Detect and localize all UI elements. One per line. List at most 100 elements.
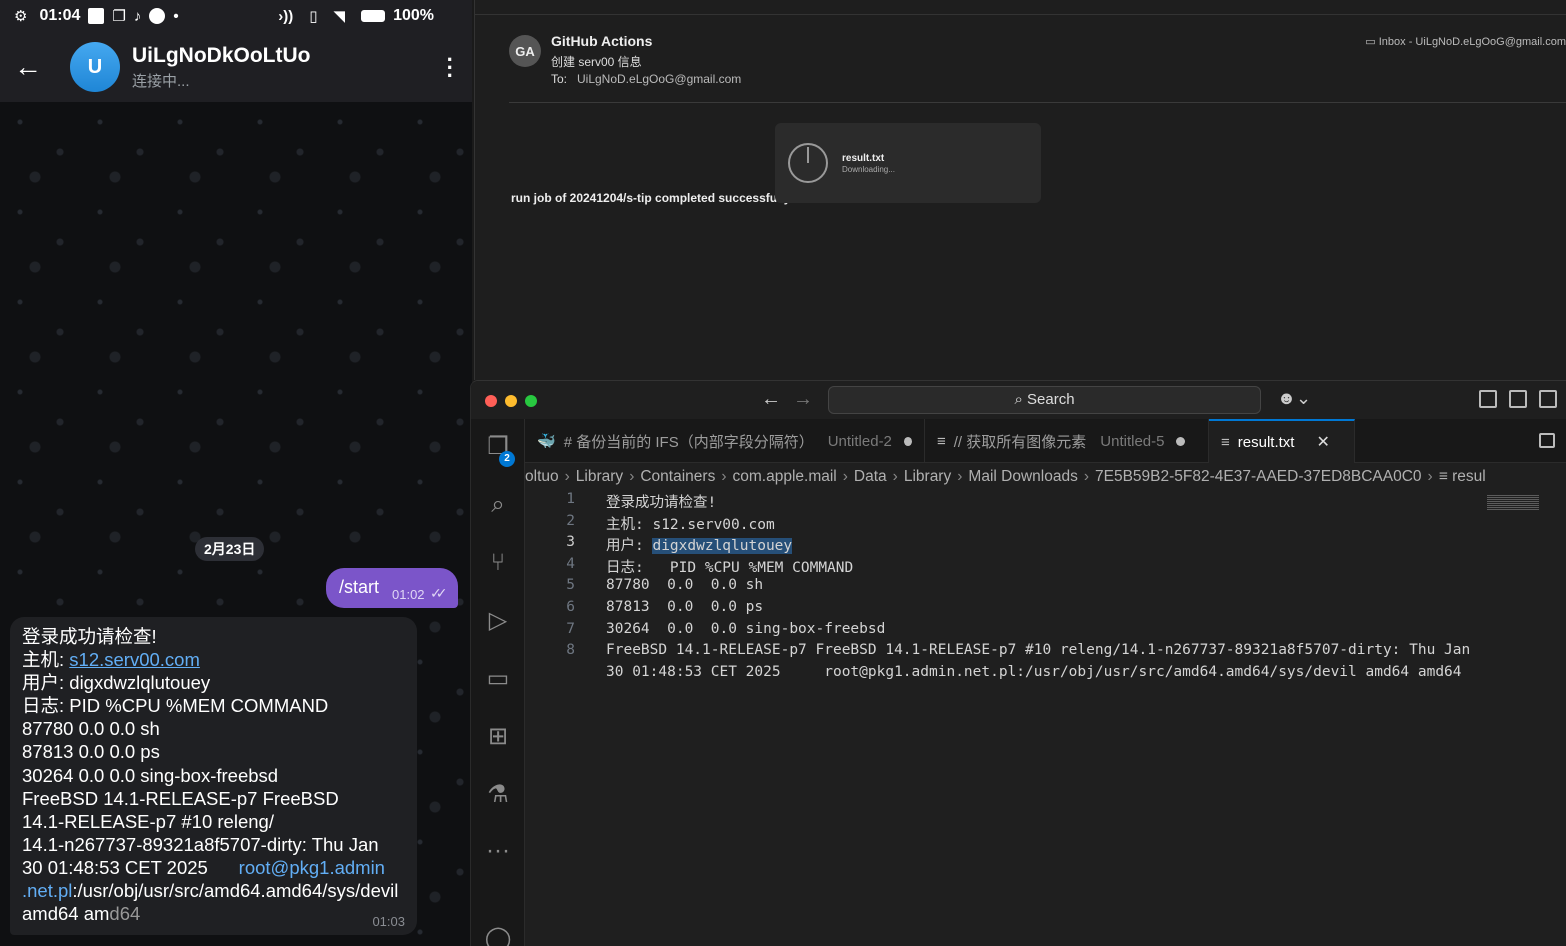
testing-icon[interactable]: ⚗	[484, 781, 512, 809]
code-line: 87780 0.0 0.0 sh	[606, 577, 764, 593]
search-label: Search	[1027, 391, 1075, 408]
code-line: 登录成功请检查!	[606, 495, 717, 511]
line-number: 1	[566, 491, 575, 507]
tab-subtitle: Untitled-2	[827, 432, 892, 450]
message-line: 日志: PID %CPU %MEM COMMAND	[22, 695, 329, 717]
code-line: 日志: PID %CPU %MEM COMMAND	[606, 560, 854, 576]
telegram-phone-window: ⚙ 01:04 ❐ ♪ • ›)) ▯ ◥ 100% ← U UiLgNoDkO…	[0, 0, 472, 946]
toggle-panel-icon[interactable]	[1539, 390, 1557, 408]
divider	[509, 102, 1566, 103]
unsaved-dot-icon[interactable]	[903, 436, 912, 446]
code-line: 30264 0.0 0.0 sing-box-freebsd	[606, 621, 886, 637]
line-number: 5	[566, 577, 575, 593]
search-icon: ⌕	[1014, 391, 1028, 408]
chat-title-block[interactable]: UiLgNoDkOoLtUo 连接中...	[132, 44, 310, 91]
message-text: /start	[339, 577, 380, 597]
breadcrumb-item[interactable]: Containers	[640, 468, 715, 485]
status-time: 01:04	[39, 7, 81, 24]
mailbox-label: ▭ Inbox - UiLgNoD.eLgOoG@gmail.com	[1365, 35, 1566, 48]
breadcrumb-item[interactable]: Library	[576, 468, 623, 485]
message-line: 登录成功请检查!	[22, 626, 157, 647]
battery-icon	[361, 10, 386, 22]
sender-name[interactable]: GitHub Actions	[551, 33, 652, 49]
more-icon[interactable]: ···	[484, 837, 512, 865]
more-menu-icon[interactable]: · · ·	[447, 49, 454, 87]
message-line: 87813 0.0 0.0 ps	[22, 741, 160, 763]
layout-controls	[1479, 390, 1557, 408]
arch-text: amd64 am	[22, 903, 110, 925]
outgoing-message[interactable]: /start 01:02 ✓✓	[326, 568, 458, 608]
extensions-icon[interactable]: ⊞	[484, 723, 512, 751]
code-editor[interactable]: 1 2 3 4 5 6 7 8 登录成功请检查! 主机: s12.serv00.…	[525, 491, 1566, 946]
dot-icon: •	[173, 7, 179, 25]
double-check-icon: ✓✓	[430, 585, 448, 601]
code-line: 用户: digxdwzlqlutouey	[606, 534, 793, 555]
minimize-window-button[interactable]	[505, 395, 517, 407]
line-number: 6	[566, 599, 575, 615]
breadcrumb-item[interactable]: oltuo	[525, 468, 559, 485]
tab-subtitle: Untitled-5	[1100, 432, 1165, 450]
code-text: 用户:	[606, 538, 653, 554]
toggle-sidebar-icon[interactable]	[1509, 390, 1527, 408]
close-icon[interactable]: ✕	[1316, 432, 1329, 452]
code-line: FreeBSD 14.1-RELEASE-p7 FreeBSD 14.1-REL…	[606, 642, 1471, 658]
notification-icon	[88, 8, 105, 24]
message-line: 用户: digxdwzlqlutouey	[22, 672, 211, 694]
search-icon[interactable]: ⌕	[484, 491, 512, 519]
attachment-name: result.txt	[842, 153, 885, 164]
tab-result-txt[interactable]: ≡ result.txt ✕	[1209, 419, 1355, 463]
forward-arrow-icon[interactable]: →	[793, 388, 813, 411]
source-control-icon[interactable]: ⑂	[484, 549, 512, 577]
back-arrow-icon[interactable]: ←	[0, 51, 56, 83]
mail-body: run job of 20241204/s-tip completed succ…	[511, 191, 795, 205]
status-right-group: ›)) ▯ ◥ 100%	[278, 7, 434, 25]
app-icon	[149, 8, 166, 24]
sender-avatar: GA	[509, 35, 541, 67]
tab-title: // 获取所有图像元素	[953, 433, 1087, 451]
back-arrow-icon[interactable]: ←	[761, 388, 781, 411]
editor-tab-bar: 🐳 # 备份当前的 IFS（内部字段分隔符） Untitled-2 ≡ // 获…	[525, 419, 1566, 463]
email-link[interactable]: root@pkg1.admin	[239, 857, 385, 878]
minimap[interactable]	[1487, 495, 1539, 511]
battery-percent: 100%	[393, 7, 434, 24]
incoming-message[interactable]: 登录成功请检查! 主机: s12.serv00.com 用户: digxdwzl…	[10, 617, 417, 935]
chat-header: ← U UiLgNoDkOoLtUo 连接中... · · ·	[0, 32, 472, 102]
code-line: 30 01:48:53 CET 2025 root@pkg1.admin.net…	[606, 664, 1462, 680]
run-debug-icon[interactable]: ▷	[484, 607, 512, 635]
attachment-card[interactable]: result.txt Downloading...	[775, 123, 1041, 203]
message-line: 14.1-n267737-89321a8f5707-dirty: Thu Jan	[22, 833, 379, 855]
breadcrumb-item[interactable]: Mail Downloads	[968, 468, 1077, 485]
maximize-window-button[interactable]	[525, 395, 537, 407]
date-text: 30 01:48:53 CET 2025	[22, 856, 239, 878]
message-line: .net.pl:/usr/obj/usr/src/amd64.amd64/sys…	[22, 879, 405, 902]
breadcrumb-item[interactable]: com.apple.mail	[733, 468, 837, 485]
bug-icon: ⚙	[14, 8, 28, 25]
remote-explorer-icon[interactable]: ▭	[484, 665, 512, 693]
breadcrumb-item[interactable]: resul	[1452, 468, 1486, 485]
account-icon[interactable]: ◯	[484, 925, 512, 946]
line-number: 4	[566, 556, 575, 572]
close-window-button[interactable]	[485, 395, 497, 407]
divider	[475, 14, 1566, 15]
arch-text-faded: d64	[109, 903, 141, 925]
split-editor-icon[interactable]	[1539, 433, 1555, 448]
tab-title: # 备份当前的 IFS（内部字段分隔符）	[563, 433, 814, 451]
breadcrumb-item[interactable]: Library	[904, 468, 951, 485]
command-center-search[interactable]: ⌕ Search	[828, 386, 1261, 414]
breadcrumb-item[interactable]: 7E5B59B2-5F82-4E37-AAED-37ED8BCAA0C0	[1095, 468, 1422, 485]
breadcrumb-item[interactable]: Data	[854, 468, 887, 485]
recipient-address[interactable]: UiLgNoD.eLgOoG@gmail.com	[577, 72, 741, 86]
customize-layout-icon[interactable]	[1479, 390, 1497, 408]
avatar[interactable]: U	[70, 42, 120, 92]
copy-icon: ❐	[112, 8, 126, 25]
copilot-icon[interactable]: ☻⌄	[1277, 388, 1311, 409]
text-file-icon: ≡	[1438, 468, 1453, 485]
host-link[interactable]: s12.serv00.com	[69, 649, 200, 670]
tab-untitled-5[interactable]: ≡ // 获取所有图像元素 Untitled-5	[925, 419, 1209, 463]
host-label: 主机:	[22, 649, 70, 671]
tab-untitled-2[interactable]: 🐳 # 备份当前的 IFS（内部字段分隔符） Untitled-2	[525, 419, 925, 463]
mail-message-pane: GA GitHub Actions 创建 serv00 信息 To: UiLgN…	[474, 0, 1566, 380]
chat-status: 连接中...	[132, 72, 190, 90]
unsaved-dot-icon[interactable]	[1176, 436, 1186, 446]
email-link-cont[interactable]: .net.pl	[22, 880, 72, 901]
